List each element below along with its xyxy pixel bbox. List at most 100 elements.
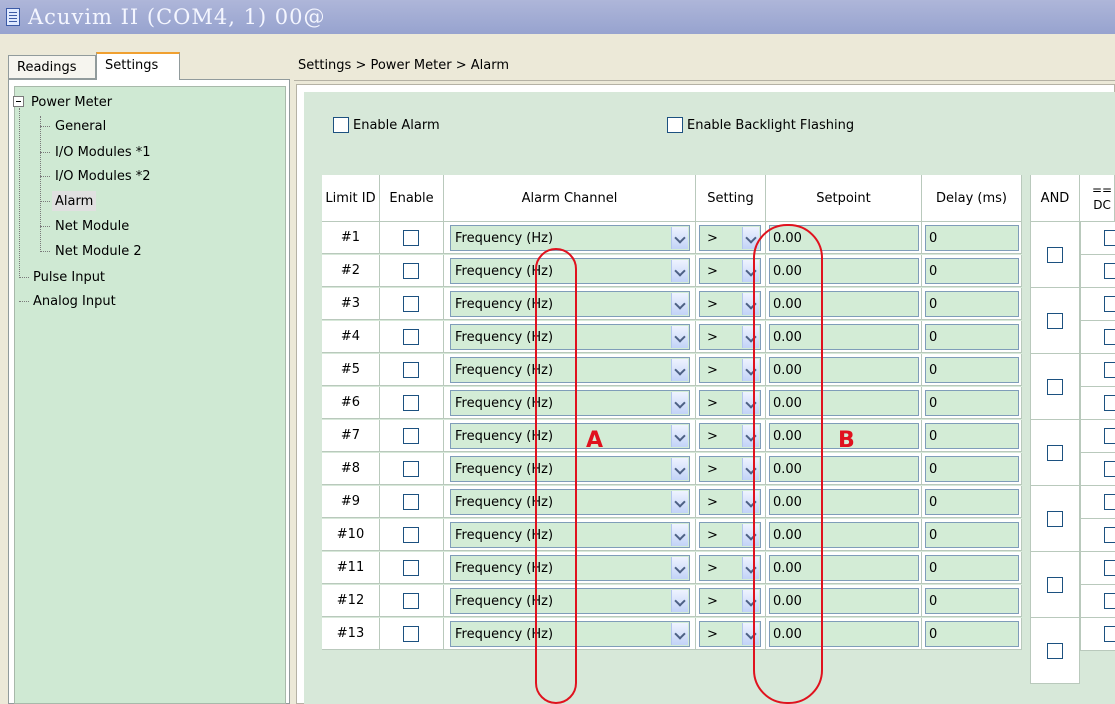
setting-select[interactable]: > xyxy=(699,489,761,515)
next-column-checkbox[interactable] xyxy=(1104,230,1115,246)
setting-select[interactable]: > xyxy=(699,390,761,416)
row-enable-checkbox[interactable] xyxy=(403,263,419,279)
delay-input[interactable]: 0 xyxy=(925,225,1019,251)
and-checkbox[interactable] xyxy=(1047,445,1063,461)
enable-alarm-checkbox[interactable] xyxy=(333,117,349,133)
row-enable-checkbox[interactable] xyxy=(403,428,419,444)
row-enable-checkbox[interactable] xyxy=(403,296,419,312)
delay-input[interactable]: 0 xyxy=(925,522,1019,548)
tree-item-analog-input[interactable]: Analog Input xyxy=(33,291,116,311)
chevron-down-icon[interactable] xyxy=(671,359,688,381)
row-enable-checkbox[interactable] xyxy=(403,494,419,510)
row-limit-id: #4 xyxy=(322,321,380,353)
chevron-down-icon[interactable] xyxy=(671,392,688,414)
next-column-checkbox[interactable] xyxy=(1104,560,1115,576)
next-column-checkbox[interactable] xyxy=(1104,626,1115,642)
chevron-down-icon[interactable] xyxy=(671,623,688,645)
row-enable-checkbox[interactable] xyxy=(403,329,419,345)
and-checkbox[interactable] xyxy=(1047,577,1063,593)
and-checkbox[interactable] xyxy=(1047,247,1063,263)
setting-select[interactable]: > xyxy=(699,555,761,581)
setting-select[interactable]: > xyxy=(699,225,761,251)
next-column-checkbox[interactable] xyxy=(1104,593,1115,609)
and-checkbox[interactable] xyxy=(1047,313,1063,329)
delay-input[interactable]: 0 xyxy=(925,456,1019,482)
row-delay-cell: 0 xyxy=(922,552,1022,584)
delay-input[interactable]: 0 xyxy=(925,390,1019,416)
chevron-down-icon[interactable] xyxy=(671,524,688,546)
row-enable-checkbox[interactable] xyxy=(403,395,419,411)
title-bar: Acuvim II (COM4, 1) 00@ xyxy=(0,0,1115,34)
delay-input[interactable]: 0 xyxy=(925,291,1019,317)
tree-item-net-module[interactable]: Net Module xyxy=(55,216,129,236)
tree-item-pulse-input[interactable]: Pulse Input xyxy=(33,267,105,287)
setting-select[interactable]: > xyxy=(699,621,761,647)
setting-select[interactable]: > xyxy=(699,588,761,614)
row-enable-checkbox[interactable] xyxy=(403,362,419,378)
chevron-down-icon[interactable] xyxy=(671,293,688,315)
setting-select[interactable]: > xyxy=(699,324,761,350)
next-column-checkbox[interactable] xyxy=(1104,428,1115,444)
enable-backlight-checkbox[interactable] xyxy=(667,117,683,133)
window-title: Acuvim II (COM4, 1) 00@ xyxy=(28,5,326,29)
tree-item-power-meter[interactable]: Power Meter xyxy=(31,92,112,112)
delay-input[interactable]: 0 xyxy=(925,588,1019,614)
next-column-checkbox[interactable] xyxy=(1104,395,1115,411)
row-enable-checkbox[interactable] xyxy=(403,461,419,477)
chevron-down-icon[interactable] xyxy=(671,557,688,579)
and-checkbox[interactable] xyxy=(1047,511,1063,527)
chevron-down-icon[interactable] xyxy=(671,425,688,447)
setting-value: > xyxy=(707,363,718,378)
enable-backlight-option[interactable]: Enable Backlight Flashing xyxy=(667,117,854,133)
row-limit-id: #12 xyxy=(322,585,380,617)
tree-item-io-modules-2[interactable]: I/O Modules *2 xyxy=(55,166,151,186)
chevron-down-icon[interactable] xyxy=(671,458,688,480)
tree-item-io-modules-1[interactable]: I/O Modules *1 xyxy=(55,142,151,162)
tree-item-net-module-2[interactable]: Net Module 2 xyxy=(55,241,142,261)
row-enable-checkbox[interactable] xyxy=(403,593,419,609)
setting-select[interactable]: > xyxy=(699,357,761,383)
header-setpoint: Setpoint xyxy=(766,175,922,222)
setting-value: > xyxy=(707,231,718,246)
setting-select[interactable]: > xyxy=(699,258,761,284)
collapse-icon[interactable] xyxy=(13,96,24,107)
delay-input[interactable]: 0 xyxy=(925,489,1019,515)
header-and: AND xyxy=(1030,175,1080,222)
delay-input[interactable]: 0 xyxy=(925,621,1019,647)
tab-settings[interactable]: Settings xyxy=(96,52,180,80)
setting-select[interactable]: > xyxy=(699,423,761,449)
chevron-down-icon[interactable] xyxy=(671,326,688,348)
row-enable-checkbox[interactable] xyxy=(403,626,419,642)
chevron-down-icon[interactable] xyxy=(671,491,688,513)
delay-input[interactable]: 0 xyxy=(925,258,1019,284)
tab-readings[interactable]: Readings xyxy=(8,55,96,79)
chevron-down-icon[interactable] xyxy=(671,227,688,249)
delay-input[interactable]: 0 xyxy=(925,357,1019,383)
next-column-checkbox[interactable] xyxy=(1104,329,1115,345)
setting-select[interactable]: > xyxy=(699,522,761,548)
next-column-checkbox[interactable] xyxy=(1104,461,1115,477)
next-column-checkbox[interactable] xyxy=(1104,263,1115,279)
next-column-checkbox[interactable] xyxy=(1104,296,1115,312)
next-column-checkbox[interactable] xyxy=(1104,527,1115,543)
alarm-channel-select[interactable]: Frequency (Hz) xyxy=(450,225,690,251)
and-checkbox[interactable] xyxy=(1047,379,1063,395)
row-enable-checkbox[interactable] xyxy=(403,527,419,543)
delay-input[interactable]: 0 xyxy=(925,324,1019,350)
row-enable-checkbox[interactable] xyxy=(403,230,419,246)
setting-select[interactable]: > xyxy=(699,456,761,482)
setting-select[interactable]: > xyxy=(699,291,761,317)
next-column-checkbox[interactable] xyxy=(1104,494,1115,510)
chevron-down-icon[interactable] xyxy=(671,590,688,612)
enable-alarm-option[interactable]: Enable Alarm xyxy=(333,117,440,133)
delay-input[interactable]: 0 xyxy=(925,555,1019,581)
chevron-down-icon[interactable] xyxy=(671,260,688,282)
row-enable-cell xyxy=(380,387,444,419)
tree-item-general[interactable]: General xyxy=(55,116,106,136)
and-checkbox[interactable] xyxy=(1047,643,1063,659)
tree-branch xyxy=(40,226,50,227)
row-enable-checkbox[interactable] xyxy=(403,560,419,576)
delay-input[interactable]: 0 xyxy=(925,423,1019,449)
tree-item-alarm[interactable]: Alarm xyxy=(52,191,97,211)
next-column-checkbox[interactable] xyxy=(1104,362,1115,378)
